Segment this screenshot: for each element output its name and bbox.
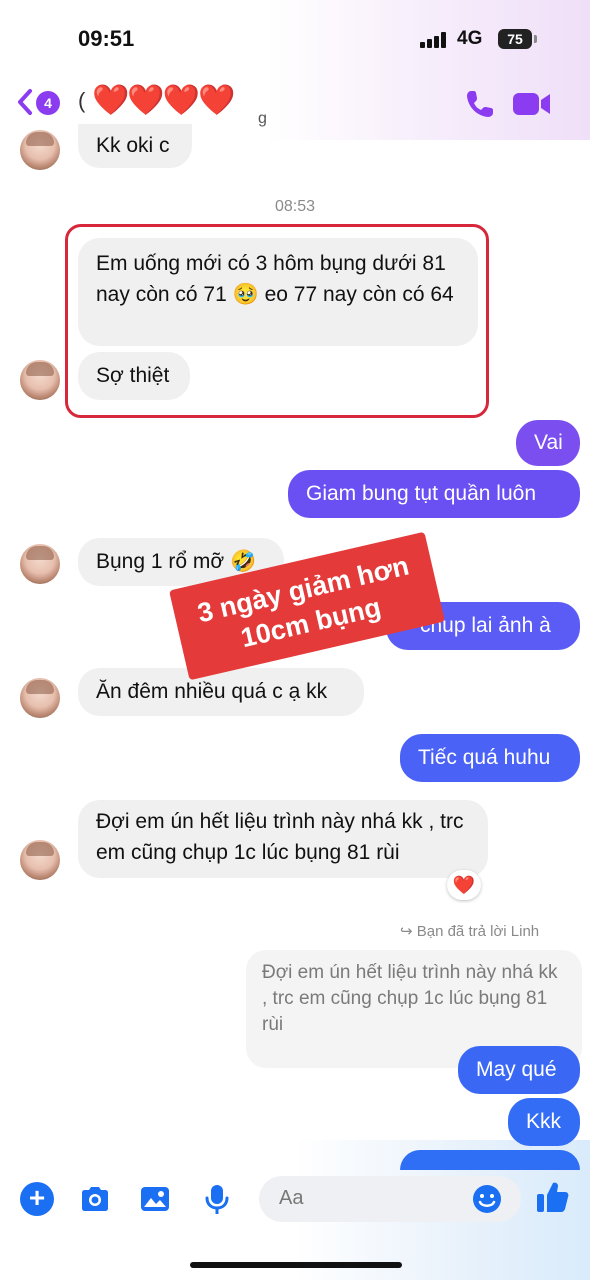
contact-avatar[interactable] — [20, 678, 60, 718]
contact-avatar[interactable] — [20, 840, 60, 880]
contact-avatar[interactable] — [20, 544, 60, 584]
message-outgoing[interactable]: Tiếc quá huhu — [400, 734, 580, 782]
heart-reaction-icon[interactable]: ❤️ — [447, 870, 481, 900]
reply-label: ↪ Bạn đã trả lời Linh — [400, 923, 540, 940]
contact-avatar[interactable] — [20, 130, 60, 170]
plus-icon[interactable]: + — [20, 1182, 54, 1216]
message-incoming[interactable]: Kk oki c — [78, 124, 192, 168]
message-timestamp: 08:53 — [274, 198, 316, 215]
unread-count-badge[interactable]: 4 — [36, 91, 60, 115]
message-input-placeholder[interactable]: Aa — [279, 1187, 303, 1210]
thumbs-up-icon[interactable] — [534, 1178, 572, 1216]
status-time: 09:51 — [78, 26, 135, 51]
message-incoming[interactable]: Đợi em ún hết liệu trình này nhá kk , tr… — [78, 800, 488, 878]
battery-tip — [534, 35, 537, 43]
contact-name-end[interactable]: g — [258, 110, 267, 128]
battery-icon: 75 — [498, 29, 532, 49]
contact-avatar[interactable] — [20, 360, 60, 400]
camera-icon[interactable] — [78, 1182, 112, 1216]
message-outgoing[interactable]: Giam bung tụt quần luôn — [288, 470, 580, 518]
contact-name-hearts[interactable]: ❤️❤️❤️❤️ — [92, 83, 235, 118]
message-outgoing[interactable]: Vai — [516, 420, 580, 466]
video-call-icon[interactable] — [512, 90, 552, 118]
highlight-frame — [65, 224, 489, 418]
message-input[interactable]: Aa — [259, 1176, 521, 1222]
phone-call-icon[interactable] — [464, 88, 496, 120]
message-outgoing-partial[interactable] — [400, 1150, 580, 1170]
contact-name-start[interactable]: ( — [78, 88, 85, 114]
message-incoming[interactable]: Ăn đêm nhiều quá c ạ kk — [78, 668, 364, 716]
gallery-icon[interactable] — [138, 1182, 172, 1216]
network-type: 4G — [457, 28, 483, 49]
message-outgoing[interactable]: Kkk — [508, 1098, 580, 1146]
home-indicator — [190, 1262, 402, 1268]
message-outgoing[interactable]: May qué — [458, 1046, 580, 1094]
header-background — [0, 0, 590, 140]
back-chevron-icon[interactable] — [16, 88, 34, 116]
microphone-icon[interactable] — [200, 1182, 234, 1216]
emoji-icon[interactable] — [471, 1183, 503, 1215]
signal-icon — [420, 32, 446, 48]
